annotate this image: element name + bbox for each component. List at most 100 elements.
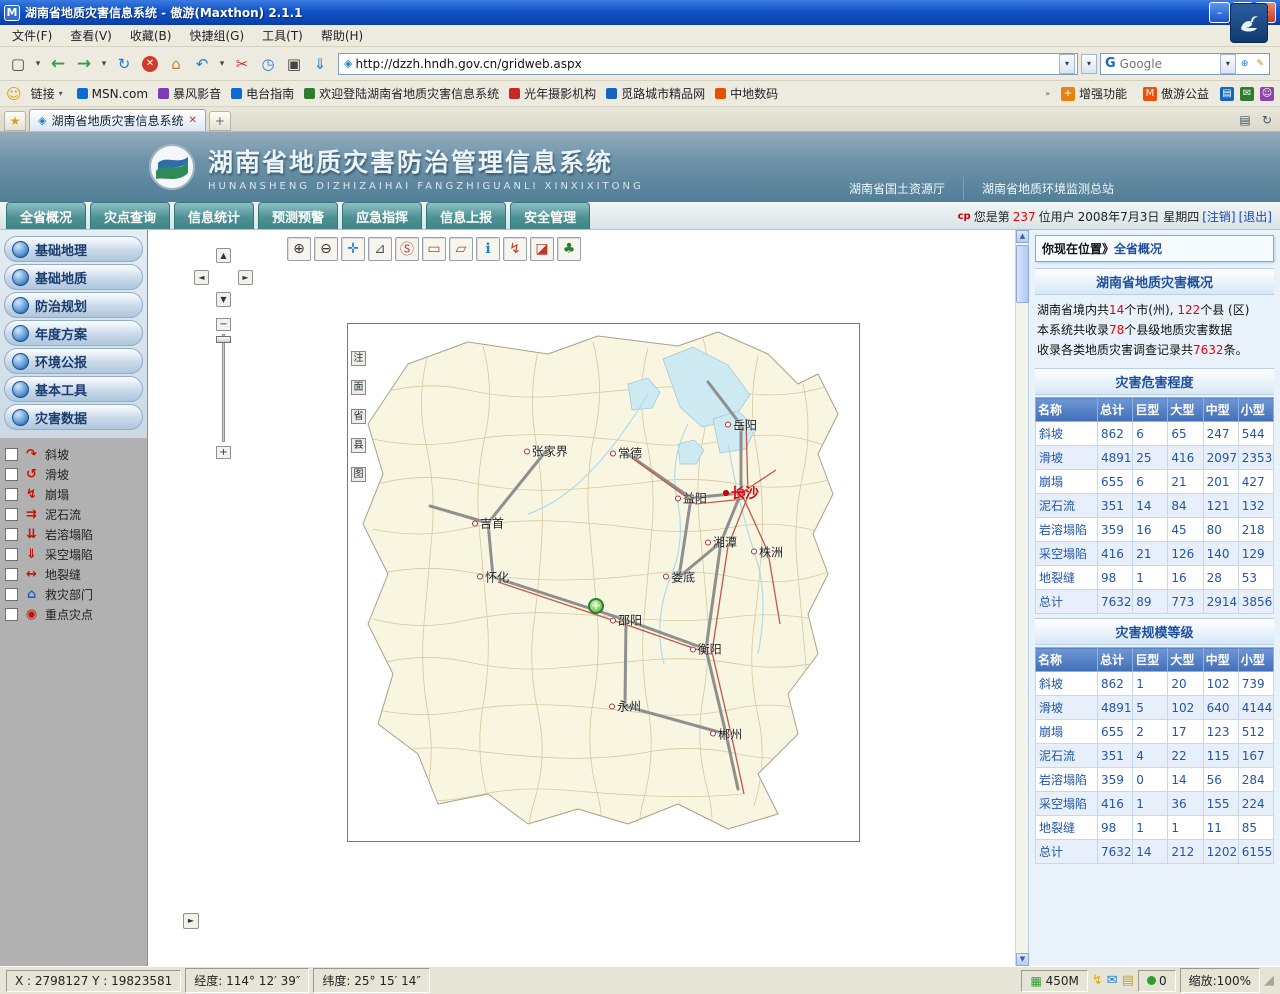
search-input[interactable]	[1120, 57, 1218, 71]
session-restore-icon[interactable]: ↻	[1258, 111, 1276, 129]
back-icon[interactable]: ←	[46, 51, 70, 77]
measure-distance-icon[interactable]: ⊿	[368, 237, 392, 261]
zoom-in-icon[interactable]: ⊕	[287, 237, 311, 261]
full-extent-icon[interactable]: Ⓢ	[395, 237, 419, 261]
home-icon[interactable]: ⌂	[164, 51, 188, 77]
layer-label[interactable]: 斜坡	[45, 446, 69, 463]
layer-checkbox[interactable]	[5, 608, 18, 621]
layer-checkbox[interactable]	[5, 588, 18, 601]
module-button-4[interactable]: 环境公报	[4, 348, 143, 374]
select-polygon-icon[interactable]: ▱	[449, 237, 473, 261]
city-marker-娄底[interactable]: 娄底	[663, 568, 695, 585]
address-bar[interactable]: ◈ ▾	[338, 53, 1078, 75]
city-marker-怀化[interactable]: 怀化	[477, 568, 509, 585]
map-layer-button-2[interactable]: 省	[351, 409, 366, 424]
link-item-0[interactable]: MSN.com	[72, 85, 153, 103]
layer-label[interactable]: 救灾部门	[45, 586, 93, 603]
menu-item-0[interactable]: 文件(F)	[4, 25, 60, 46]
module-button-0[interactable]: 基础地理	[4, 236, 143, 262]
module-button-6[interactable]: 灾害数据	[4, 404, 143, 430]
search-engine-dropdown-icon[interactable]: ▾	[1220, 54, 1236, 74]
history-dropdown-icon[interactable]: ▾	[98, 51, 110, 77]
layer-label[interactable]: 崩塌	[45, 486, 69, 503]
layer-label[interactable]: 地裂缝	[45, 566, 81, 583]
select-rectangle-icon[interactable]: ▭	[422, 237, 446, 261]
forward-icon[interactable]: →	[72, 51, 96, 77]
city-marker-常德[interactable]: 常德	[610, 445, 642, 462]
plugin-icon-2[interactable]: ✉	[1240, 87, 1254, 101]
zoom-out-step-button[interactable]: −	[216, 318, 231, 331]
overflow-chevron-icon[interactable]: »	[1045, 89, 1050, 98]
scroll-up-icon[interactable]: ▲	[1016, 230, 1029, 243]
pan-down-icon[interactable]: ▼	[216, 292, 231, 307]
new-tab-icon[interactable]: ▢	[6, 51, 30, 77]
city-marker-岳阳[interactable]: 岳阳	[725, 416, 757, 433]
scroll-down-icon[interactable]: ▼	[1016, 953, 1029, 966]
minimize-button[interactable]: –	[1209, 2, 1230, 23]
layer-checkbox[interactable]	[5, 488, 18, 501]
tab-list-icon[interactable]: ▤	[1236, 111, 1254, 129]
city-marker-张家界[interactable]: 张家界	[524, 443, 568, 460]
layer-checkbox[interactable]	[5, 528, 18, 541]
module-button-2[interactable]: 防治规划	[4, 292, 143, 318]
zoom-level[interactable]: 缩放:100%	[1180, 968, 1260, 993]
city-marker-长沙[interactable]: 长沙	[723, 483, 759, 503]
module-button-3[interactable]: 年度方案	[4, 320, 143, 346]
content-scrollbar[interactable]: ▲ ▼	[1015, 230, 1028, 966]
legend-icon[interactable]: ♣	[557, 237, 581, 261]
link-item-6[interactable]: 中地数码	[710, 83, 783, 104]
links-menu[interactable]: 链接 ▾	[26, 83, 68, 104]
go-dropdown-icon[interactable]: ▾	[1081, 54, 1097, 74]
layer-checkbox[interactable]	[5, 508, 18, 521]
layer-checkbox[interactable]	[5, 468, 18, 481]
stop-icon[interactable]: ✕	[138, 51, 162, 77]
nav-tab-1[interactable]: 灾点查询	[90, 202, 170, 229]
maxthon-logo[interactable]	[1230, 3, 1268, 43]
download-icon[interactable]: ⇓	[308, 51, 332, 77]
layer-label[interactable]: 滑坡	[45, 466, 69, 483]
pan-icon[interactable]: ✛	[341, 237, 365, 261]
plugin-icon-1[interactable]: ▤	[1220, 87, 1234, 101]
module-button-1[interactable]: 基础地质	[4, 264, 143, 290]
city-marker-湘潭[interactable]: 湘潭	[705, 534, 737, 551]
menu-item-3[interactable]: 快捷组(G)	[181, 25, 252, 46]
search-box[interactable]: G ▾ ⊕ ✎	[1100, 53, 1270, 75]
exit-link[interactable]: [退出]	[1239, 208, 1272, 225]
link-item-1[interactable]: 暴风影音	[153, 83, 226, 104]
nav-tab-2[interactable]: 信息统计	[174, 202, 254, 229]
city-marker-株洲[interactable]: 株洲	[751, 543, 783, 560]
nav-tab-4[interactable]: 应急指挥	[342, 202, 422, 229]
search-icon[interactable]: ⊕	[1238, 51, 1252, 77]
nav-tab-0[interactable]: 全省概况	[6, 202, 86, 229]
map-canvas[interactable]: 注面省县图 张家界常德岳阳益阳长沙吉首湘潭株洲怀化娄底邵阳衡阳永州郴州 +	[347, 323, 860, 842]
pan-right-icon[interactable]: ►	[238, 270, 253, 285]
nav-tab-3[interactable]: 预测预警	[258, 202, 338, 229]
map-layer-button-4[interactable]: 图	[351, 467, 366, 482]
history-clock-icon[interactable]: ◷	[256, 51, 280, 77]
undo-icon[interactable]: ↶	[190, 51, 214, 77]
menu-item-5[interactable]: 帮助(H)	[313, 25, 371, 46]
zoom-in-step-button[interactable]: +	[216, 446, 231, 459]
city-marker-吉首[interactable]: 吉首	[472, 515, 504, 532]
layer-label[interactable]: 重点灾点	[45, 606, 93, 623]
link-geo-env-station[interactable]: 湖南省地质环境监测总站	[963, 177, 1132, 200]
map-layer-button-3[interactable]: 县	[351, 438, 366, 453]
tab-close-icon[interactable]: ✕	[188, 115, 196, 126]
logout-link[interactable]: [注销]	[1202, 208, 1235, 225]
city-marker-邵阳[interactable]: 邵阳	[610, 612, 642, 629]
city-marker-衡阳[interactable]: 衡阳	[690, 641, 722, 658]
layer-label[interactable]: 采空塌陷	[45, 546, 93, 563]
link-item-2[interactable]: 电台指南	[226, 83, 299, 104]
pan-up-icon[interactable]: ▲	[216, 248, 231, 263]
map-layer-button-1[interactable]: 面	[351, 380, 366, 395]
plugin-icon-3[interactable]: ☺	[1260, 87, 1274, 101]
pan-left-icon[interactable]: ◄	[194, 270, 209, 285]
hotlink-icon[interactable]: ↯	[503, 237, 527, 261]
menu-item-2[interactable]: 收藏(B)	[122, 25, 180, 46]
map-layer-button-0[interactable]: 注	[351, 351, 366, 366]
city-marker-郴州[interactable]: 郴州	[710, 725, 742, 742]
charity-link[interactable]: M 傲游公益	[1138, 83, 1214, 104]
smiley-icon[interactable]: ☺	[6, 85, 22, 103]
address-dropdown-icon[interactable]: ▾	[1059, 54, 1075, 74]
nav-tab-6[interactable]: 安全管理	[510, 202, 590, 229]
